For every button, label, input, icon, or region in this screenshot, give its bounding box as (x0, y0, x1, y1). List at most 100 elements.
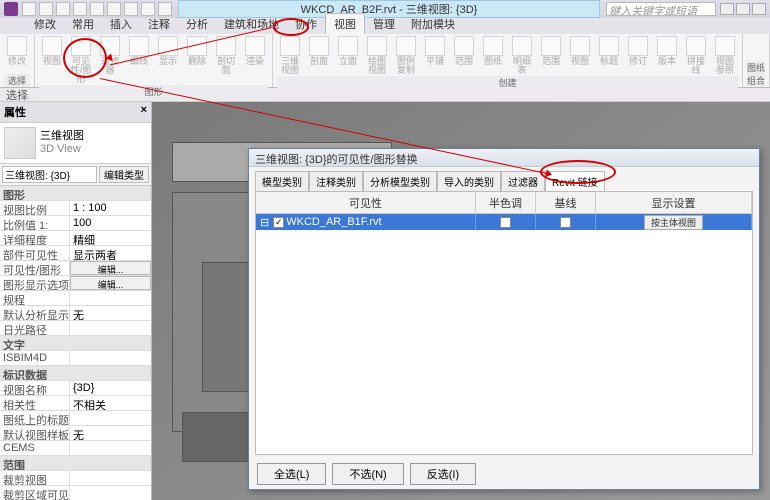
close-icon[interactable] (752, 3, 766, 15)
prop-row[interactable]: 规程 (0, 291, 151, 306)
select-all-button[interactable]: 全选(L) (257, 463, 326, 485)
prop-row[interactable]: 裁剪视图 (0, 471, 151, 486)
dialog-footer: 全选(L) 不选(N) 反选(I) (249, 459, 759, 489)
prop-row[interactable]: 相关性不相关 (0, 396, 151, 411)
ribbon-button[interactable]: 过滤器 (97, 36, 123, 75)
ribbon-tab[interactable]: 注释 (140, 14, 178, 34)
ribbon-button[interactable]: 绘图视图 (364, 36, 390, 75)
ribbon-button[interactable]: 范围 (451, 36, 477, 66)
prop-row[interactable]: 详细程度精细 (0, 231, 151, 246)
col-visibility: 可见性 (256, 192, 476, 213)
ribbon-tab[interactable]: 修改 (26, 14, 64, 34)
ribbon-button[interactable]: 剖面 (306, 36, 332, 66)
ribbon-button[interactable]: 拼接线 (683, 36, 709, 75)
ribbon-button[interactable]: 图纸 (480, 36, 506, 66)
ribbon: 修改选择视图可见性/图形过滤器细线显示删除剖切面渲染图形三维视图剖面立面绘图视图… (0, 34, 770, 88)
ribbon-tab[interactable]: 协作 (287, 14, 325, 34)
dialog-tabs: 模型类别注释类别分析模型类别导入的类别过滤器Revit 链接 (249, 167, 759, 191)
ribbon-tab[interactable]: 常用 (64, 14, 102, 34)
panel-title: 创建 (277, 76, 738, 89)
app-logo (4, 2, 18, 16)
prop-row[interactable]: 日光路径 (0, 321, 151, 336)
ribbon-button[interactable]: 平铺 (422, 36, 448, 66)
prop-row[interactable]: CEMS (0, 441, 151, 456)
panel-title: 图纸组合 (747, 61, 765, 87)
ribbon-button[interactable]: 视图参照 (712, 36, 738, 75)
edit-type-button[interactable]: 编辑类型 (99, 166, 149, 183)
prop-row[interactable]: 比例值 1:100 (0, 216, 151, 231)
prop-row[interactable]: 部件可见性显示两者 (0, 246, 151, 261)
ribbon-button[interactable]: 删除 (184, 36, 210, 66)
view-sub: 3D View (40, 143, 84, 155)
ribbon-tab[interactable]: 分析 (178, 14, 216, 34)
panel-title: 图形 (39, 85, 268, 98)
ribbon-button[interactable]: 版本 (654, 36, 680, 66)
view-type: 三维视图 (40, 127, 84, 143)
link-name: WKCD_AR_B1F.rvt (286, 216, 381, 228)
ribbon-button[interactable]: 细线 (126, 36, 152, 66)
ribbon-button[interactable]: 明细表 (509, 36, 535, 75)
link-row[interactable]: ⊟✓WKCD_AR_B1F.rvt 按主体视图 (256, 214, 752, 230)
close-icon[interactable]: × (141, 104, 147, 120)
prop-row[interactable]: 默认视图样板无 (0, 426, 151, 441)
dialog-tab[interactable]: 过滤器 (501, 171, 545, 191)
ribbon-button[interactable]: 标题 (596, 36, 622, 66)
prop-row[interactable]: 图纸上的标题 (0, 411, 151, 426)
prop-category[interactable]: 文字 (0, 336, 151, 351)
select-none-button[interactable]: 不选(N) (332, 463, 403, 485)
ribbon-button[interactable]: 可见性/图形 (68, 36, 94, 84)
dialog-tab[interactable]: 注释类别 (309, 171, 363, 191)
prop-row[interactable]: 可见性/图形编辑... (0, 261, 151, 276)
ribbon-button[interactable]: 视图 (567, 36, 593, 66)
visibility-checkbox[interactable]: ✓ (273, 217, 284, 228)
help-icon[interactable] (720, 3, 734, 15)
search-input[interactable]: 键入关键字或短语 (606, 2, 716, 16)
prop-row[interactable]: 默认分析显示无 (0, 306, 151, 321)
ribbon-button[interactable]: 范围 (538, 36, 564, 66)
context-label: 选择 (6, 87, 28, 103)
prop-category[interactable]: 范围 (0, 456, 151, 471)
minimize-icon[interactable] (736, 3, 750, 15)
col-halftone: 半色调 (476, 192, 536, 213)
ribbon-button[interactable]: 立面 (335, 36, 361, 66)
panel-title: 选择 (4, 74, 30, 87)
prop-row[interactable]: 视图名称{3D} (0, 381, 151, 396)
type-selector[interactable]: 三维视图: {3D} (2, 166, 97, 183)
ribbon-button[interactable]: 修改 (4, 36, 30, 66)
ribbon-button[interactable]: 图例复制 (393, 36, 419, 75)
ribbon-tab[interactable]: 附加模块 (403, 14, 463, 34)
ribbon-button[interactable]: 渲染 (242, 36, 268, 66)
ribbon-tab[interactable]: 插入 (102, 14, 140, 34)
visibility-graphics-dialog: 三维视图: {3D}的可见性/图形替换 模型类别注释类别分析模型类别导入的类别过… (248, 148, 760, 490)
ribbon-button[interactable]: 修订 (625, 36, 651, 66)
prop-row[interactable]: 裁剪区域可见 (0, 486, 151, 500)
ribbon-tab[interactable]: 管理 (365, 14, 403, 34)
prop-row[interactable]: ISBIM4D (0, 351, 151, 366)
dialog-tab[interactable]: 模型类别 (255, 171, 309, 191)
ribbon-tabs: 修改常用插入注释分析建筑和场地协作视图管理附加模块 (0, 18, 770, 34)
dialog-tab[interactable]: 分析模型类别 (363, 171, 437, 191)
dialog-tab[interactable]: Revit 链接 (545, 171, 605, 191)
grid-header: 可见性 半色调 基线 显示设置 (256, 192, 752, 214)
display-settings-button[interactable]: 按主体视图 (644, 215, 703, 230)
prop-row[interactable]: 图形显示选项编辑... (0, 276, 151, 291)
ribbon-button[interactable]: 剖切面 (213, 36, 239, 75)
col-baseline: 基线 (536, 192, 596, 213)
properties-title: 属性 (4, 104, 26, 120)
dialog-tab[interactable]: 导入的类别 (437, 171, 501, 191)
ribbon-tab[interactable]: 建筑和场地 (216, 14, 287, 34)
baseline-checkbox[interactable] (560, 217, 571, 228)
view-thumb-icon (4, 127, 36, 159)
prop-row[interactable]: 视图比例1 : 100 (0, 201, 151, 216)
ribbon-button[interactable]: 显示 (155, 36, 181, 66)
dialog-title: 三维视图: {3D}的可见性/图形替换 (249, 149, 759, 167)
ribbon-button[interactable]: 视图 (39, 36, 65, 66)
prop-category[interactable]: 标识数据 (0, 366, 151, 381)
invert-button[interactable]: 反选(I) (410, 463, 476, 485)
ribbon-button[interactable]: 三维视图 (277, 36, 303, 75)
prop-category[interactable]: 图形 (0, 186, 151, 201)
properties-panel: 属性 × 三维视图3D View 三维视图: {3D} 编辑类型 图形视图比例1 … (0, 102, 152, 500)
col-display: 显示设置 (596, 192, 752, 213)
ribbon-tab[interactable]: 视图 (325, 13, 365, 34)
halftone-checkbox[interactable] (500, 217, 511, 228)
